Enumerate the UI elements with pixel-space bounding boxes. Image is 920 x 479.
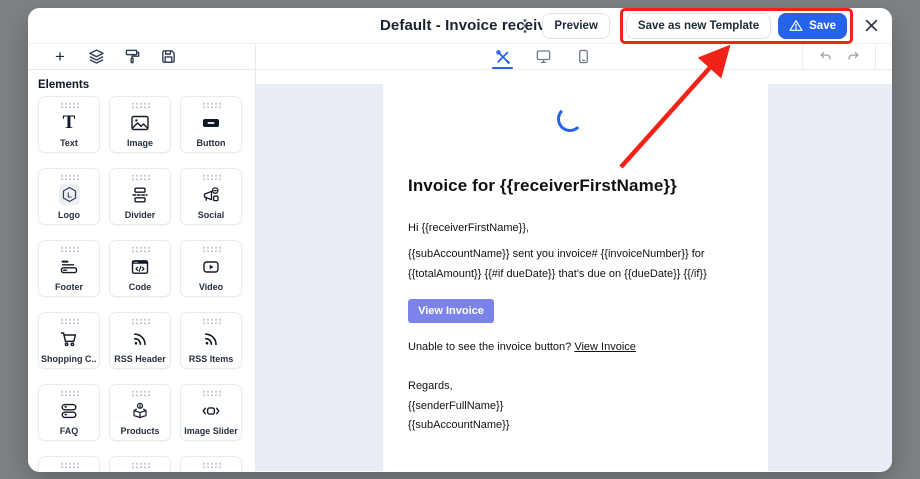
drag-handle-icon	[131, 462, 150, 469]
image-icon	[130, 111, 150, 134]
email-subaccount[interactable]: {{subAccountName}}	[408, 419, 510, 431]
social-icon	[201, 183, 221, 206]
annotation-highlight-box: Save as new Template Save	[620, 8, 853, 44]
logo-icon: L	[59, 183, 80, 206]
footer-icon	[59, 255, 79, 278]
editor-header: Default - Invoice received Preview Save …	[28, 8, 892, 44]
design-tools-icon[interactable]	[494, 44, 512, 69]
element-card-footer[interactable]: Footer	[38, 240, 100, 297]
video-icon	[201, 255, 221, 278]
drag-handle-icon	[202, 390, 221, 397]
image-slider-icon	[201, 399, 221, 422]
email-heading[interactable]: Invoice for {{receiverFirstName}}	[408, 176, 677, 196]
drag-handle-icon	[202, 246, 221, 253]
elements-grid: T Text Image	[38, 96, 255, 471]
rss-icon	[130, 327, 150, 350]
mobile-view-icon[interactable]	[574, 44, 592, 69]
element-card-partial[interactable]	[38, 456, 100, 471]
products-icon: $	[130, 399, 150, 422]
elements-heading: Elements	[38, 79, 255, 91]
email-greeting[interactable]: Hi {{receiverFirstName}},	[408, 222, 529, 234]
add-icon[interactable]: +	[50, 47, 70, 67]
shopping-cart-icon	[59, 327, 79, 350]
history-controls	[802, 44, 876, 69]
undo-icon[interactable]	[816, 49, 832, 65]
view-switcher	[494, 44, 592, 69]
layers-icon[interactable]	[86, 47, 106, 67]
loading-spinner-icon	[557, 106, 583, 132]
drag-handle-icon	[131, 390, 150, 397]
element-card-rss-items[interactable]: RSS Items	[180, 312, 242, 369]
text-icon: T	[63, 111, 76, 134]
desktop-view-icon[interactable]	[534, 44, 552, 69]
drag-handle-icon	[202, 102, 221, 109]
rss-icon	[201, 327, 221, 350]
element-card-image[interactable]: Image	[109, 96, 171, 153]
svg-text:$: $	[139, 403, 142, 408]
drag-handle-icon	[60, 246, 79, 253]
header-actions: Preview Save as new Template Save	[518, 8, 879, 43]
element-card-rss-header[interactable]: RSS Header	[109, 312, 171, 369]
element-card-logo[interactable]: L Logo	[38, 168, 100, 225]
drag-handle-icon	[131, 174, 150, 181]
element-card-code[interactable]: Code	[109, 240, 171, 297]
email-regards[interactable]: Regards,	[408, 380, 453, 392]
drag-handle-icon	[202, 462, 221, 469]
code-icon	[130, 255, 150, 278]
drag-handle-icon	[60, 318, 79, 325]
divider-icon	[130, 183, 150, 206]
save-button[interactable]: Save	[778, 13, 847, 39]
sidebar-toolbar: +	[28, 44, 255, 70]
svg-text:L: L	[67, 190, 72, 199]
element-card-faq[interactable]: FAQ	[38, 384, 100, 441]
canvas-background: Invoice for {{receiverFirstName}} Hi {{r…	[256, 84, 892, 471]
email-sender[interactable]: {{senderFullName}}	[408, 400, 503, 412]
drag-handle-icon	[60, 174, 79, 181]
view-invoice-button[interactable]: View Invoice	[408, 299, 494, 323]
element-card-divider[interactable]: Divider	[109, 168, 171, 225]
drag-handle-icon	[131, 102, 150, 109]
preview-button[interactable]: Preview	[542, 13, 609, 39]
element-card-text[interactable]: T Text	[38, 96, 100, 153]
drag-handle-icon	[131, 318, 150, 325]
redo-icon[interactable]	[846, 49, 862, 65]
email-body-text[interactable]: {{subAccountName}} sent you invoice# {{i…	[408, 244, 755, 284]
editor-canvas: Invoice for {{receiverFirstName}} Hi {{r…	[256, 44, 892, 471]
drag-handle-icon	[202, 174, 221, 181]
save-as-new-template-button[interactable]: Save as new Template	[626, 13, 771, 39]
elements-sidebar: +	[28, 44, 256, 471]
drag-handle-icon	[131, 246, 150, 253]
warning-triangle-icon	[789, 19, 803, 32]
close-icon[interactable]	[863, 18, 879, 34]
element-card-social[interactable]: Social	[180, 168, 242, 225]
drag-handle-icon	[60, 462, 79, 469]
element-card-partial[interactable]	[109, 456, 171, 471]
element-card-products[interactable]: $ Products	[109, 384, 171, 441]
drag-handle-icon	[60, 390, 79, 397]
element-card-button[interactable]: Button	[180, 96, 242, 153]
drag-handle-icon	[202, 318, 221, 325]
email-preview: Invoice for {{receiverFirstName}} Hi {{r…	[383, 84, 768, 471]
element-card-video[interactable]: Video	[180, 240, 242, 297]
paint-roller-icon[interactable]	[122, 47, 142, 67]
canvas-toolbar	[256, 44, 892, 70]
element-card-partial[interactable]	[180, 456, 242, 471]
button-icon	[201, 111, 221, 134]
email-fallback-line[interactable]: Unable to see the invoice button? View I…	[408, 341, 636, 353]
view-invoice-link[interactable]: View Invoice	[574, 341, 636, 353]
drag-handle-icon	[60, 102, 79, 109]
template-editor-modal: Default - Invoice received Preview Save …	[28, 8, 892, 472]
kebab-menu-icon[interactable]	[518, 17, 532, 35]
element-card-image-slider[interactable]: Image Slider	[180, 384, 242, 441]
save-disk-icon[interactable]	[158, 47, 178, 67]
faq-icon	[59, 399, 79, 422]
element-card-shopping-cart[interactable]: Shopping C...	[38, 312, 100, 369]
